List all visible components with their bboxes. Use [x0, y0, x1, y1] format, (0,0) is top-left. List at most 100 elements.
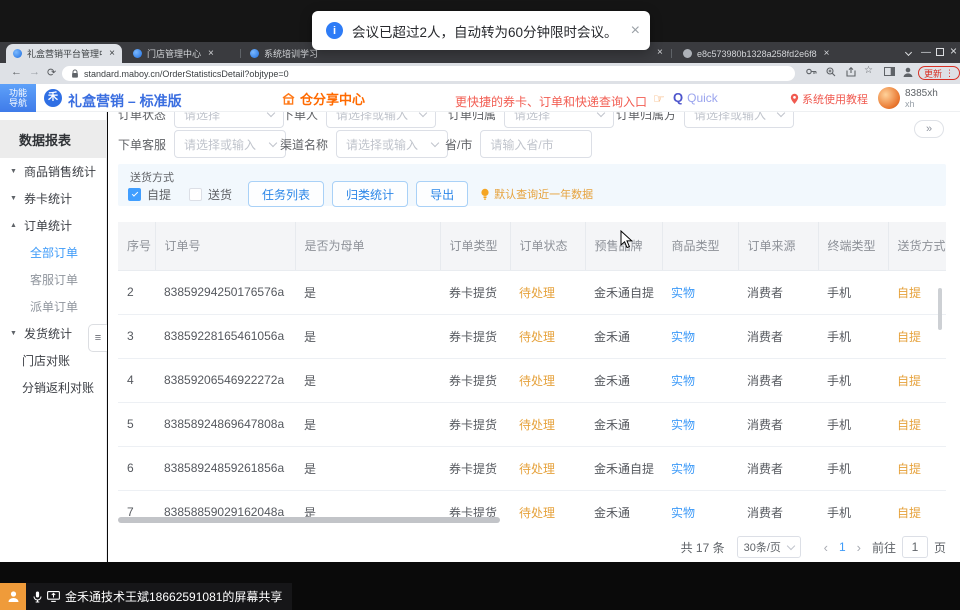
sidebar-collapse-handle[interactable]: ≡	[88, 324, 107, 352]
goto-page-input[interactable]: 1	[902, 536, 928, 558]
close-tab-icon[interactable]: ×	[109, 48, 115, 59]
export-button[interactable]: 导出	[416, 181, 468, 207]
lock-icon	[71, 69, 79, 79]
table-cell: 自提	[888, 402, 946, 446]
classify-stats-button[interactable]: 归类统计	[332, 181, 408, 207]
sidebar-item-dispatch-orders[interactable]: 派单订单	[0, 293, 106, 320]
close-window-icon[interactable]: ×	[950, 45, 957, 58]
tab-search-icon[interactable]	[906, 46, 911, 59]
filter-order-owner-party: 订单归属方 请选择或输入	[616, 112, 794, 128]
reload-icon[interactable]: ⟳	[47, 66, 56, 79]
screen-share-bar: 金禾通技术王斌18662591081的屏幕共享	[26, 583, 292, 610]
table-cell: 消费者	[738, 270, 818, 314]
close-tab-icon[interactable]: ×	[208, 48, 214, 59]
filter-label: 下单客服	[118, 136, 166, 153]
function-nav-toggle[interactable]: 功能 导航	[0, 84, 36, 112]
chevron-down-icon: ▼	[10, 195, 18, 202]
table-row[interactable]: 383859228165461056a是券卡提货待处理金禾通实物消费者手机自提	[118, 314, 946, 358]
task-list-button[interactable]: 任务列表	[248, 181, 324, 207]
bookmark-star-icon[interactable]: ☆	[864, 65, 873, 76]
minimize-window-icon[interactable]: —	[921, 46, 931, 59]
chevron-up-icon: ▲	[10, 222, 18, 229]
filter-orderer: 下单人 请选择或输入	[282, 112, 436, 128]
order-owner-party-select[interactable]: 请选择或输入	[684, 112, 794, 128]
table-row[interactable]: 283859294250176576a是券卡提货待处理金禾通自提实物消费者手机自…	[118, 270, 946, 314]
page-size-value: 30条/页	[744, 539, 781, 555]
placeholder: 请选择或输入	[184, 136, 256, 153]
share-icon[interactable]	[846, 67, 856, 77]
tutorial-link[interactable]: 系统使用教程	[790, 91, 868, 107]
horizontal-scrollbar[interactable]	[118, 517, 946, 523]
tab-gift-admin[interactable]: 礼盒营销平台管理中心 ×	[6, 44, 122, 63]
page-size-select[interactable]: 30条/页	[737, 536, 801, 558]
person-icon	[7, 590, 20, 603]
sidebar-item-service-orders[interactable]: 客服订单	[0, 266, 106, 293]
table-row[interactable]: 483859206546922272a是券卡提货待处理金禾通实物消费者手机自提	[118, 358, 946, 402]
delivery-checkbox-label: 送货	[208, 186, 232, 203]
close-tab-icon[interactable]: ×	[824, 48, 830, 59]
forward-icon[interactable]: →	[29, 66, 40, 78]
sidebar-item-coupon-stats[interactable]: ▼ 券卡统计	[0, 185, 106, 212]
col-product-type: 商品类型	[662, 222, 738, 270]
table-row[interactable]: 683858924859261856a是券卡提货待处理金禾通自提实物消费者手机自…	[118, 446, 946, 490]
table-cell: 83859206546922272a	[155, 358, 295, 402]
table-cell: 手机	[818, 446, 888, 490]
bulb-icon	[480, 188, 490, 201]
site-favicon	[13, 49, 22, 58]
back-icon[interactable]: ←	[11, 66, 22, 78]
province-city-input[interactable]: 请输入省/市	[480, 130, 592, 158]
sidebar-item-all-orders[interactable]: 全部订单	[0, 239, 106, 266]
col-delivery-mode: 送货方式	[888, 222, 946, 270]
table-cell: 83859228165461056a	[155, 314, 295, 358]
side-panel-icon[interactable]	[884, 67, 895, 76]
mouse-cursor	[620, 230, 633, 249]
expand-filters-button[interactable]: »	[914, 120, 944, 138]
maximize-window-icon[interactable]	[936, 47, 944, 60]
table-cell: 83858924859261856a	[155, 446, 295, 490]
promo-link[interactable]: 更快捷的券卡、订单和快递查询入口	[455, 93, 647, 110]
user-avatar[interactable]	[878, 87, 900, 109]
service-agent-select[interactable]: 请选择或输入	[174, 130, 286, 158]
table-cell: 实物	[662, 402, 738, 446]
next-page-icon[interactable]: ›	[857, 540, 861, 555]
profile-icon[interactable]	[902, 66, 914, 78]
placeholder: 请选择或输入	[346, 136, 418, 153]
pickup-checkbox[interactable]	[128, 188, 141, 201]
warehouse-share-center-link[interactable]: 仓分享中心	[281, 89, 365, 108]
tab-hash[interactable]: e8c573980b1328a258fd2e6f8 ×	[676, 44, 872, 63]
pickup-checkbox-label: 自提	[147, 186, 171, 203]
sidebar-item-product-sales[interactable]: ▼ 商品销售统计	[0, 158, 106, 185]
username: 8385xh	[905, 88, 938, 99]
sidebar-item-rebate-reconcile[interactable]: 分销返利对账	[0, 374, 106, 401]
table-row[interactable]: 583858924869647808a是券卡提货待处理金禾通实物消费者手机自提	[118, 402, 946, 446]
quick-search-link[interactable]: Q Quick	[673, 90, 718, 105]
key-icon[interactable]	[806, 67, 817, 76]
prev-page-icon[interactable]: ‹	[824, 540, 828, 555]
vertical-scrollbar[interactable]	[938, 288, 942, 330]
delivery-checkbox[interactable]	[189, 188, 202, 201]
order-owner-select[interactable]: 请选择	[504, 112, 614, 128]
sidebar-item-order-stats[interactable]: ▲ 订单统计	[0, 212, 106, 239]
close-icon[interactable]: ×	[631, 23, 640, 39]
orderer-select[interactable]: 请选择或输入	[326, 112, 436, 128]
table-cell: 实物	[662, 358, 738, 402]
zoom-icon[interactable]	[826, 67, 836, 77]
tab-store-admin[interactable]: 门店管理中心 ×	[126, 44, 238, 63]
url-bar[interactable]: standard.maboy.cn/OrderStatisticsDetail?…	[62, 66, 795, 81]
scrollbar-thumb[interactable]	[118, 517, 500, 523]
tab-title: 礼盒营销平台管理中心	[27, 47, 102, 60]
current-page[interactable]: 1	[839, 540, 846, 554]
browser-update-button[interactable]: 更新 ⋮	[918, 66, 960, 80]
chevron-down-icon	[419, 112, 427, 117]
filter-label: 省/市	[445, 136, 472, 153]
goto-unit: 页	[934, 539, 946, 556]
table-cell: 实物	[662, 446, 738, 490]
channel-name-select[interactable]: 请选择或输入	[336, 130, 448, 158]
close-tab-icon[interactable]: ×	[657, 47, 663, 58]
sidebar-item-label: 客服订单	[30, 271, 78, 288]
meeting-toast: i 会议已超过2人，自动转为60分钟限时会议。 ×	[312, 11, 650, 50]
order-status-select[interactable]: 请选择	[174, 112, 284, 128]
col-seq: 序号	[118, 222, 155, 270]
sidebar-item-label: 券卡统计	[24, 190, 72, 207]
sidebar: 数据报表 ▼ 商品销售统计 ▼ 券卡统计 ▲ 订单统计 全部订单 客服订单 派单…	[0, 112, 107, 562]
